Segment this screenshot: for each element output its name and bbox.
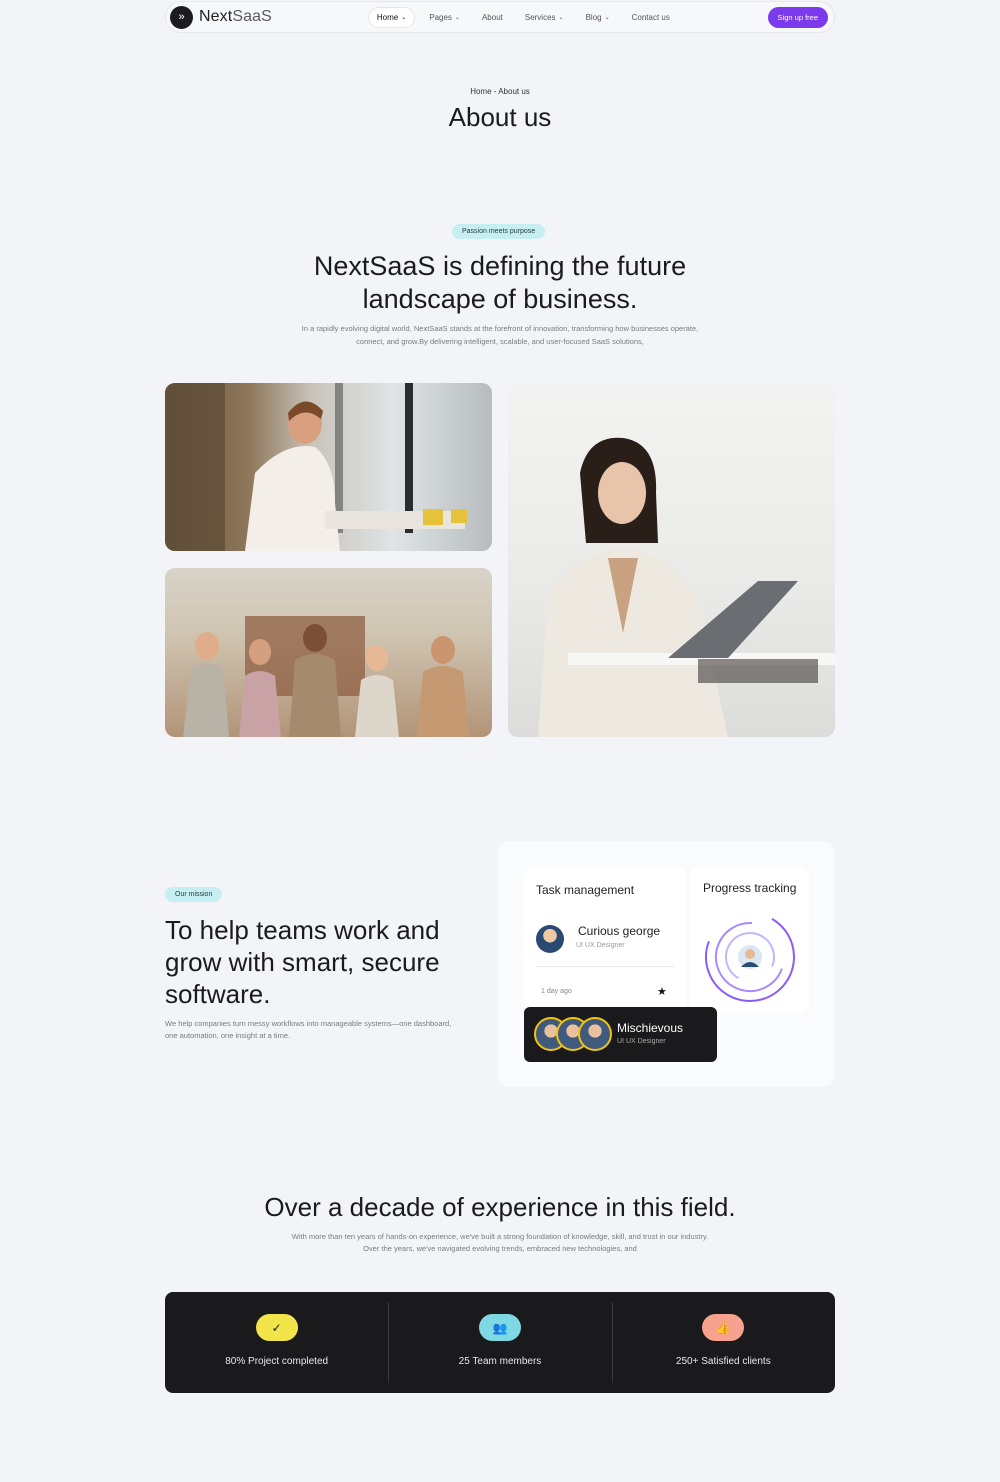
nav-item-home[interactable]: Home ⌄ [367,6,416,28]
chevron-down-icon: ⌄ [454,14,460,21]
chevron-down-icon: ⌄ [558,14,564,21]
photo-team-celebrating [165,568,492,737]
nav-item-label: Services [524,12,556,22]
task-card-title: Task management [536,883,635,897]
nav-item-pages[interactable]: Pages ⌄ [421,8,468,27]
star-icon[interactable]: ★ [657,985,667,998]
task-management-card: Task management Curious george UI UX Des… [524,867,686,1013]
photo-man-with-phone [165,383,492,551]
nav-item-label: Blog [585,12,602,22]
brand-logo[interactable]: » NextSaaS [170,5,272,29]
chevron-down-icon: ⌄ [401,14,407,21]
team-member-card: Mischievous UI UX Designer [524,1007,717,1062]
stat-label: 25 Team members [458,1356,542,1367]
stat-projects: ✓ 80% Project completed [165,1292,388,1393]
nav-item-label: Pages [429,12,452,22]
nav-item-label: Home [376,12,399,22]
progress-rings-icon [705,912,795,1002]
breadcrumb: Home - About us [470,87,530,96]
stat-label: 80% Project completed [225,1356,329,1367]
main-menu: Home ⌄ Pages ⌄ About Services ⌄ Blog ⌄ Conta… [367,6,678,28]
person-role: UI UX Designer [576,942,625,949]
avatar [536,925,564,953]
nav-item-label: About [481,12,503,22]
photo-woman-with-laptop [508,383,835,737]
logo-arrow-icon: » [170,5,193,29]
avatar-stack [534,1017,614,1051]
brand-name-first: Next [199,8,233,25]
mission-heading: To help teams work and grow with smart, … [165,915,440,1009]
check-circle-icon: ✓ [255,1314,298,1341]
stat-team: 👥 25 Team members [388,1292,611,1393]
stats-bar: ✓ 80% Project completed 👥 25 Team member… [165,1292,835,1393]
stat-label: 250+ Satisfied clients [675,1356,771,1367]
experience-description: With more than ten years of hands-on exp… [291,1232,709,1253]
intro-heading: NextSaaS is defining the future landscap… [313,251,687,314]
thumbs-up-icon: 👍 [702,1314,745,1341]
progress-card-title: Progress tracking [703,881,797,895]
signup-button[interactable]: Sign up free [767,6,828,28]
brand-name: NextSaaS [199,8,272,26]
experience-heading: Over a decade of experience in this fiel… [264,1192,736,1222]
nav-item-services[interactable]: Services ⌄ [517,8,572,27]
top-navbar: » NextSaaS Home ⌄ Pages ⌄ About Services ⌄ … [165,1,835,33]
progress-tracking-card: Progress tracking [690,867,809,1013]
section-badge: Passion meets purpose [452,224,546,239]
team-card-name: Mischievous [617,1021,684,1035]
nav-item-contact[interactable]: Contact us [624,8,678,27]
person-name: Curious george [578,924,661,938]
chevron-down-icon: ⌄ [604,14,610,21]
intro-description: In a rapidly evolving digital world, Nex… [301,324,699,346]
timestamp: 1 day ago [541,988,572,995]
nav-item-label: Contact us [631,12,670,22]
brand-name-second: SaaS [232,8,272,25]
page-title: About us [448,102,552,132]
divider [536,966,674,967]
nav-item-blog[interactable]: Blog ⌄ [578,8,618,27]
section-badge-mission: Our mission [165,887,223,902]
stat-clients: 👍 250+ Satisfied clients [611,1292,835,1393]
team-card-role: UI UX Designer [617,1038,666,1045]
users-icon: 👥 [478,1314,521,1341]
avatar [578,1017,612,1051]
nav-item-about[interactable]: About [474,8,511,27]
mission-description: We help companies turn messy workflows i… [165,1019,452,1040]
